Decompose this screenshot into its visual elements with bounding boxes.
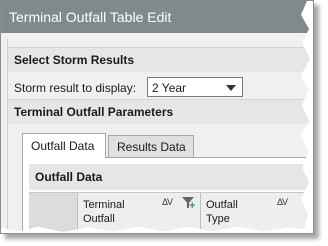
filter-add-icon[interactable]: + [182, 196, 196, 212]
column-title-line2: Type [206, 213, 230, 225]
storm-result-selected-value: 2 Year [152, 81, 187, 95]
column-title: Terminal Outfall [83, 198, 125, 226]
tab-outfall-data[interactable]: Outfall Data [22, 133, 106, 158]
column-header-outfall-type[interactable]: Outfall Type ΔV [201, 193, 313, 233]
storm-results-header: Select Storm Results [8, 47, 313, 72]
sort-icon[interactable]: ΔV [162, 197, 173, 207]
column-title: Outfall Type [206, 198, 238, 226]
column-title-line2: Outfall [83, 213, 115, 225]
outfall-data-header: Outfall Data [29, 164, 313, 190]
tab-panel: Outfall Data Terminal Outfall ΔV + Outfa… [22, 157, 313, 233]
sort-icon[interactable]: ΔV [277, 197, 288, 207]
tab-results-data[interactable]: Results Data [108, 135, 194, 157]
outfall-data-grid: Terminal Outfall ΔV + Outfall Type ΔV [29, 192, 313, 233]
storm-result-dropdown[interactable]: 2 Year [147, 77, 243, 97]
dialog-window: Terminal Outfall Table Edit Select Storm… [0, 0, 314, 234]
column-title-line1: Terminal [83, 199, 125, 211]
dialog-content: Select Storm Results Storm result to dis… [7, 39, 313, 233]
column-title-line1: Outfall [206, 199, 238, 211]
storm-result-label: Storm result to display: [14, 81, 137, 95]
chevron-down-icon[interactable] [226, 85, 236, 91]
window-title: Terminal Outfall Table Edit [1, 1, 313, 33]
outfall-parameters-header: Terminal Outfall Parameters [8, 99, 313, 124]
row-header-column [29, 193, 78, 233]
